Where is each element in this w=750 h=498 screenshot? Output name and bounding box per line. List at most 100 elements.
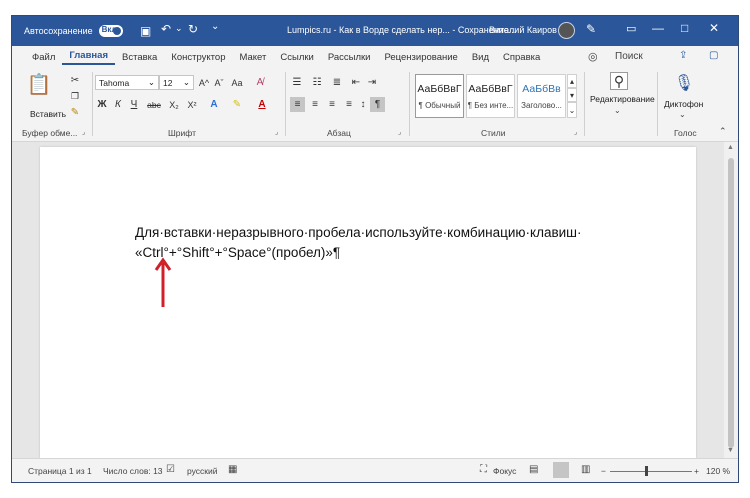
word-count[interactable]: Число слов: 13 (103, 466, 163, 476)
paste-icon[interactable]: 📋 (27, 72, 52, 96)
shrink-font-button[interactable]: Aˇ (213, 76, 225, 89)
cut-icon[interactable]: ✂ (69, 74, 81, 86)
proofing-icon[interactable]: ☑ (166, 464, 175, 475)
microphone-icon[interactable]: 🎙 (674, 72, 694, 94)
share-icon[interactable]: ⇪ (679, 50, 687, 61)
strikethrough-button[interactable]: abc (146, 98, 162, 111)
show-marks-icon[interactable]: ¶ (370, 97, 385, 112)
font-color-icon[interactable]: A (255, 98, 269, 111)
focus-icon[interactable]: ⛶ (480, 464, 487, 475)
scroll-up-icon[interactable]: ▲ (727, 144, 734, 151)
clipboard-launcher-icon[interactable]: ⌟ (82, 128, 85, 136)
chevron-down-icon[interactable]: ⌄ (679, 110, 686, 119)
user-name[interactable]: Виталий Каиров (489, 25, 557, 35)
customize-qat-icon[interactable]: ⌄ (211, 21, 219, 32)
paragraph-launcher-icon[interactable]: ⌟ (398, 128, 401, 136)
tab-layout[interactable]: Макет (232, 52, 273, 63)
font-size-select[interactable]: 12 ⌄ (159, 75, 194, 90)
print-layout-icon[interactable] (553, 462, 569, 478)
scroll-down-icon[interactable]: ▼ (727, 447, 734, 454)
vertical-scrollbar[interactable]: ▲ ▼ (724, 142, 738, 458)
line-spacing-icon[interactable]: ↕ (356, 97, 370, 111)
tab-help[interactable]: Справка (496, 52, 547, 63)
scrollbar-thumb[interactable] (728, 158, 734, 448)
multilevel-list-icon[interactable]: ≣ (330, 76, 344, 88)
tab-file[interactable]: Файл (25, 52, 62, 63)
align-center-icon[interactable]: ≡ (308, 97, 322, 111)
clear-formatting-icon[interactable]: A̸ (254, 76, 266, 89)
styles-launcher-icon[interactable]: ⌟ (574, 128, 577, 136)
zoom-slider-handle[interactable] (645, 466, 648, 476)
document-page[interactable]: Для·вставки·неразрывного·пробела·использ… (40, 147, 696, 458)
zoom-out-button[interactable]: − (601, 466, 606, 476)
tab-view[interactable]: Вид (465, 52, 496, 63)
style-heading[interactable]: АаБбВв Заголово... (517, 74, 566, 118)
style-no-spacing[interactable]: АаБбВвГ ¶ Без инте... (466, 74, 515, 118)
editing-button-label[interactable]: Редактирование (590, 94, 655, 104)
read-mode-icon[interactable]: ▤ (529, 464, 538, 475)
styles-more-icon[interactable]: ⌄ (567, 102, 577, 118)
search-box[interactable]: Поиск (615, 51, 643, 62)
language[interactable]: русский (187, 466, 218, 476)
undo-dropdown-icon[interactable]: ⌄ (175, 23, 183, 34)
italic-button[interactable]: К (112, 98, 124, 111)
redo-icon[interactable]: ↻ (188, 22, 198, 36)
accessibility-icon[interactable]: ▦ (228, 464, 237, 475)
tab-mailings[interactable]: Рассылки (321, 52, 378, 63)
paste-button-label[interactable]: Вставить (30, 109, 66, 119)
align-right-icon[interactable]: ≡ (325, 97, 339, 111)
increase-indent-icon[interactable]: ⇥ (366, 76, 378, 88)
text-effects-icon[interactable]: A (207, 98, 221, 111)
dictate-button-label[interactable]: Диктофон (664, 99, 703, 109)
bold-button[interactable]: Ж (96, 98, 108, 111)
grow-font-button[interactable]: A^ (198, 76, 210, 89)
divider (92, 72, 93, 136)
comments-icon[interactable]: ▢ (709, 50, 718, 61)
lightbulb-icon[interactable]: ◎ (588, 50, 598, 63)
format-painter-icon[interactable]: ✎ (69, 106, 81, 118)
tab-insert[interactable]: Вставка (115, 52, 164, 63)
word-window: Автосохранение Вкл. ▣ ↶ ⌄ ↻ ⌄ Lumpics.ru… (12, 16, 738, 482)
copy-icon[interactable]: ❐ (69, 90, 81, 102)
superscript-button[interactable]: X² (185, 98, 199, 111)
document-text-line-1[interactable]: Для·вставки·неразрывного·пробела·использ… (135, 225, 582, 240)
chevron-down-icon[interactable]: ⌄ (614, 106, 621, 115)
close-icon[interactable]: ✕ (709, 21, 719, 35)
highlight-icon[interactable]: ✎ (230, 98, 244, 111)
bullets-icon[interactable]: ☰ (290, 76, 304, 88)
numbering-icon[interactable]: ☷ (310, 76, 324, 88)
tab-home[interactable]: Главная (62, 50, 115, 65)
minimize-icon[interactable]: — (652, 21, 664, 35)
align-left-icon[interactable]: ≡ (290, 97, 305, 112)
collapse-ribbon-icon[interactable]: ⌃ (719, 126, 727, 137)
save-icon[interactable]: ▣ (140, 24, 151, 38)
undo-icon[interactable]: ↶ (161, 22, 171, 36)
tab-design[interactable]: Конструктор (164, 52, 232, 63)
focus-label[interactable]: Фокус (493, 466, 516, 476)
maximize-icon[interactable]: □ (681, 21, 688, 35)
font-name-value: Tahoma (99, 77, 130, 88)
subscript-button[interactable]: X₂ (167, 98, 181, 111)
pen-icon[interactable]: ✎ (586, 22, 596, 36)
web-layout-icon[interactable]: ▥ (581, 464, 590, 475)
justify-icon[interactable]: ≡ (342, 97, 356, 111)
page-count[interactable]: Страница 1 из 1 (28, 466, 92, 476)
avatar[interactable] (558, 22, 575, 39)
underline-button[interactable]: Ч (128, 98, 140, 111)
decrease-indent-icon[interactable]: ⇤ (350, 76, 362, 88)
ribbon-display-icon[interactable]: ▭ (626, 22, 636, 35)
divider (409, 72, 410, 136)
styles-scroll-up-icon[interactable]: ▴ (567, 74, 577, 88)
font-name-select[interactable]: Tahoma ⌄ (95, 75, 159, 90)
autosave-toggle[interactable]: Вкл. (98, 25, 123, 37)
editing-search-icon[interactable]: ⚲ (610, 72, 628, 90)
style-normal[interactable]: АаБбВвГ ¶ Обычный (415, 74, 464, 118)
styles-scroll-down-icon[interactable]: ▾ (567, 88, 577, 102)
zoom-slider[interactable] (610, 471, 692, 472)
zoom-level[interactable]: 120 % (706, 466, 730, 476)
change-case-button[interactable]: Aa (230, 76, 244, 89)
font-launcher-icon[interactable]: ⌟ (275, 128, 278, 136)
tab-references[interactable]: Ссылки (273, 52, 320, 63)
zoom-in-button[interactable]: + (694, 466, 699, 476)
tab-review[interactable]: Рецензирование (377, 52, 464, 63)
